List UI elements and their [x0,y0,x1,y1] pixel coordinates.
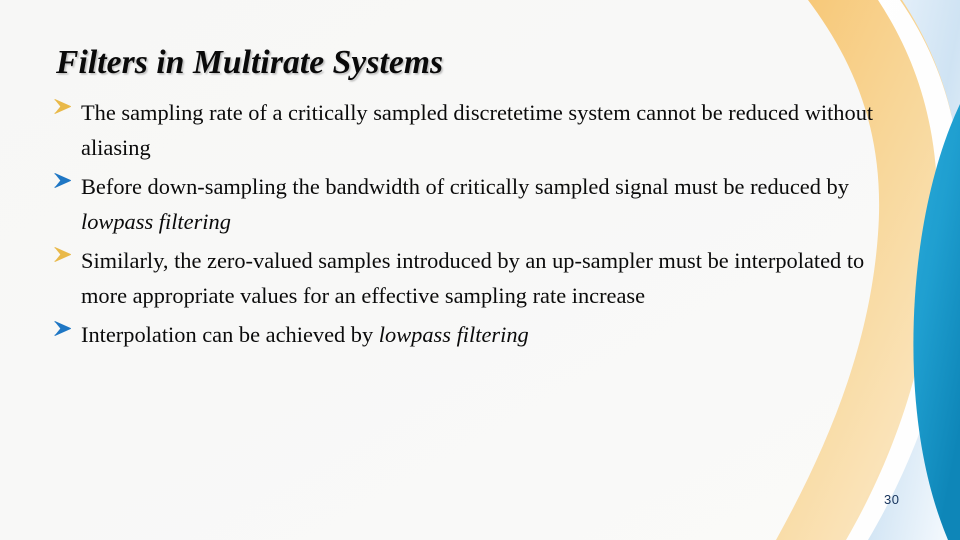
bullet-emphasis-text: lowpass filtering [378,322,529,347]
slide-title: Filters in Multirate Systems [56,44,444,82]
slide-canvas: 30 Filters in Multirate Systems The samp… [0,0,960,540]
bullet-item: Similarly, the zero-valued samples intro… [52,244,907,313]
deco-cyan-teardrop-body [913,104,960,540]
bullet-item: Interpolation can be achieved by lowpass… [52,318,907,353]
bullet-plain-text: The sampling rate of a critically sample… [81,100,874,160]
bullet-text: Before down-sampling the bandwidth of cr… [81,174,849,234]
deco-cyan-teardrop [921,118,960,540]
slide-number: 30 [884,492,900,507]
bullet-emphasis-text: lowpass filtering [81,208,231,234]
bullet-text: The sampling rate of a critically sample… [81,100,873,160]
arrowhead-bullet-icon [52,318,76,350]
bullet-plain-text: Similarly, the zero-valued samples intro… [81,248,865,308]
bullet-text: Interpolation can be achieved by lowpass… [81,322,529,347]
bullet-item: The sampling rate of a critically sample… [52,96,907,165]
bullet-plain-text: Interpolation can be achieved by [81,322,379,347]
arrowhead-bullet-icon [52,244,76,276]
arrowhead-bullet-icon [52,96,76,128]
bullet-item: Before down-sampling the bandwidth of cr… [52,170,907,239]
bullet-text: Similarly, the zero-valued samples intro… [81,248,864,308]
arrowhead-bullet-icon [52,170,76,202]
slide-body-bullet-list: The sampling rate of a critically sample… [52,96,907,358]
bullet-plain-text: Before down-sampling the bandwidth of cr… [81,174,849,199]
